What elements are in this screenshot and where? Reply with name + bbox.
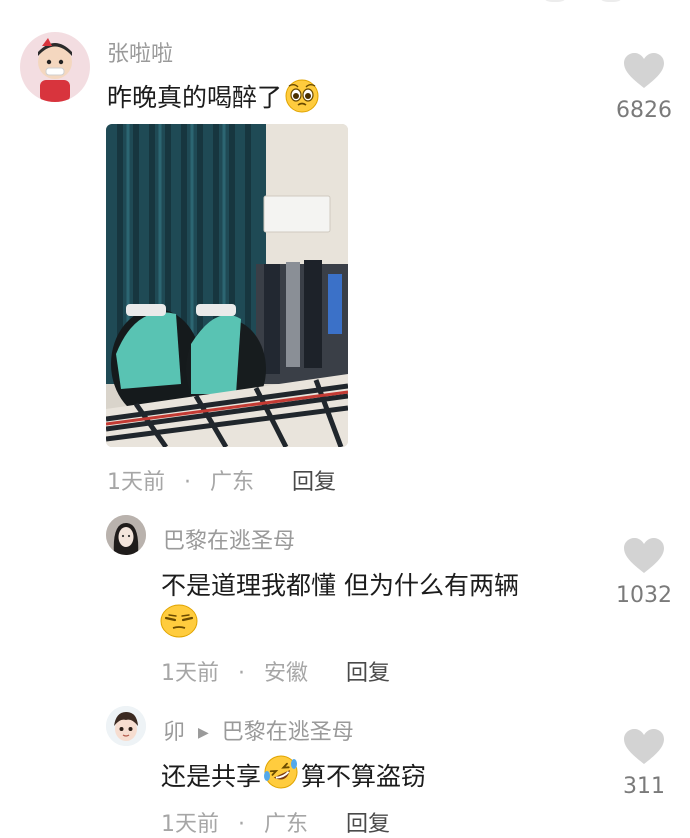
comment-location: 广东 bbox=[264, 812, 309, 837]
comment-location: 广东 bbox=[210, 470, 255, 495]
comment-text: 昨晚真的喝醉了 bbox=[107, 78, 320, 120]
separator: · bbox=[238, 812, 245, 837]
comment-meta: 1天前 · 安徽 bbox=[161, 655, 308, 687]
like-count: 1032 bbox=[616, 583, 672, 608]
heart-icon[interactable] bbox=[623, 52, 665, 90]
comment-username[interactable]: 张啦啦 bbox=[107, 36, 173, 68]
avatar[interactable] bbox=[106, 706, 146, 746]
separator: · bbox=[184, 470, 191, 495]
heart-icon[interactable] bbox=[623, 728, 665, 766]
heart-icon[interactable] bbox=[623, 537, 665, 575]
comment-meta: 1天前 · 广东 bbox=[107, 464, 254, 496]
like-count: 6826 bbox=[616, 98, 672, 123]
comment-time: 1天前 bbox=[161, 661, 219, 686]
comment-text-part: 还是共享 bbox=[161, 762, 262, 791]
comment-text: 还是共享 算不算盗窃 bbox=[161, 754, 427, 796]
reply-arrow-icon: ▶ bbox=[198, 725, 209, 741]
separator: · bbox=[238, 661, 245, 686]
reply-button[interactable]: 回复 bbox=[346, 806, 390, 838]
rofl-emoji bbox=[263, 754, 299, 796]
avatar[interactable] bbox=[20, 32, 90, 102]
pleading-emoji bbox=[284, 78, 320, 120]
smirk-emoji bbox=[160, 603, 198, 643]
comment-time: 1天前 bbox=[107, 470, 165, 495]
comment-text-part: 算不算盗窃 bbox=[301, 762, 427, 791]
reply-button[interactable]: 回复 bbox=[292, 464, 336, 496]
comment-username-line: 卯 ▶ 巴黎在逃圣母 bbox=[163, 714, 354, 746]
comment-text: 不是道理我都懂 但为什么有两辆 bbox=[161, 571, 519, 600]
avatar[interactable] bbox=[106, 515, 146, 555]
comment-meta: 1天前 · 广东 bbox=[161, 806, 308, 838]
comment-username[interactable]: 卯 bbox=[163, 720, 185, 745]
comment-photo[interactable] bbox=[106, 124, 348, 447]
top-partial-icons bbox=[540, 0, 630, 2]
reply-button[interactable]: 回复 bbox=[346, 655, 390, 687]
reply-to-username[interactable]: 巴黎在逃圣母 bbox=[222, 720, 354, 745]
comment-location: 安徽 bbox=[264, 661, 309, 686]
comment-username[interactable]: 巴黎在逃圣母 bbox=[163, 523, 295, 555]
comment-text-body: 昨晚真的喝醉了 bbox=[107, 83, 283, 112]
like-count: 311 bbox=[623, 774, 665, 799]
comment-time: 1天前 bbox=[161, 812, 219, 837]
